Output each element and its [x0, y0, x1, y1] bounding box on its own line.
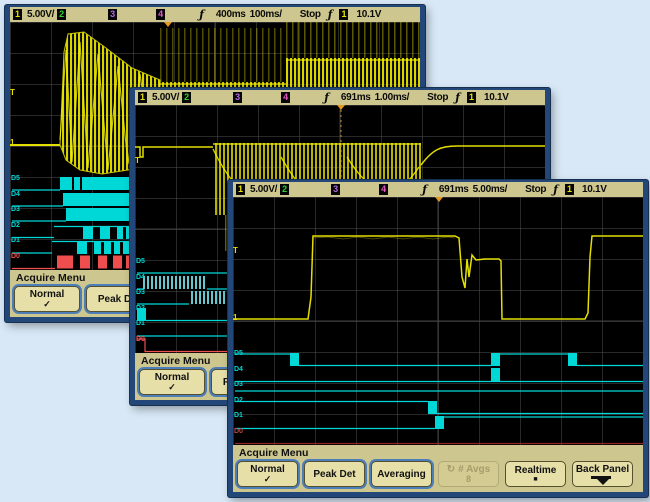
- back-panel-button[interactable]: Back Panel: [572, 461, 633, 487]
- digital-label-d2: D2: [136, 305, 145, 312]
- checkmark-icon: ✓: [43, 300, 51, 309]
- run-state: Stop: [525, 184, 546, 195]
- channel-2-badge: 2: [280, 184, 289, 195]
- timebase-readout: 5.00ms/: [473, 184, 508, 195]
- checkmark-icon: ✓: [168, 383, 176, 392]
- digital-label-d4: D4: [234, 366, 243, 373]
- channel-3-badge: 3: [331, 184, 340, 195]
- run-state: Stop: [300, 9, 321, 20]
- trigger-source-badge: 1: [565, 184, 574, 195]
- graticule-area: D5 D4 D3 D2 D1 D0 T 1: [233, 197, 643, 445]
- trigger-position-icon: ƒ: [324, 91, 329, 104]
- channel-1-badge: 1: [13, 9, 22, 20]
- trigger-level-readout: 10.1V: [484, 92, 509, 103]
- digital-label-d2: D2: [11, 222, 20, 229]
- channel-1-scale: 5.00V/: [152, 92, 179, 103]
- delay-readout: 400ms: [216, 9, 246, 20]
- channel-3-badge: 3: [233, 92, 242, 103]
- delay-readout: 691ms: [439, 184, 469, 195]
- button-label: Realtime: [515, 465, 557, 476]
- run-state: Stop: [427, 92, 448, 103]
- trigger-source-badge: 1: [339, 9, 348, 20]
- return-down-arrow-icon: [591, 476, 615, 485]
- status-bar: 1 5.00V/ 2 3 4 ƒ 691ms 5.00ms/ Stop ƒ 1 …: [233, 182, 643, 197]
- trigger-position-icon: ƒ: [199, 8, 204, 21]
- status-bar: 1 5.00V/ 2 3 4 ƒ 400ms 100ms/ Stop ƒ 1 1…: [10, 7, 420, 22]
- status-bar: 1 5.00V/ 2 3 4 ƒ 691ms 1.00ms/ Stop ƒ 1 …: [135, 90, 545, 105]
- normal-button[interactable]: Normal ✓: [139, 369, 205, 395]
- digital-label-d4: D4: [11, 191, 20, 198]
- checkmark-icon: ✓: [264, 475, 272, 484]
- digital-label-d5: D5: [234, 350, 243, 357]
- menu-title: Acquire Menu: [233, 445, 643, 461]
- timebase-readout: 1.00ms/: [375, 92, 410, 103]
- digital-label-d5: D5: [136, 258, 145, 265]
- trigger-level-marker: T: [10, 89, 15, 97]
- digital-label-d4: D4: [136, 274, 145, 281]
- channel-1-badge: 1: [236, 184, 245, 195]
- trigger-source-badge: 1: [467, 92, 476, 103]
- trigger-slope-icon: ƒ: [553, 183, 558, 196]
- trigger-slope-icon: ƒ: [455, 91, 460, 104]
- channel-1-ground-marker: 1: [10, 139, 14, 147]
- normal-button[interactable]: Normal ✓: [14, 286, 80, 312]
- trigger-position-icon: ƒ: [422, 183, 427, 196]
- softkey-menu: Acquire Menu Normal ✓ Peak Det Averaging…: [233, 445, 643, 492]
- button-label: Averaging: [377, 469, 426, 480]
- digital-label-d0: D0: [234, 428, 243, 435]
- trigger-time-marker: [337, 105, 345, 110]
- digital-label-d2: D2: [234, 397, 243, 404]
- digital-label-d0: D0: [136, 336, 145, 343]
- digital-label-d1: D1: [234, 412, 243, 419]
- avgs-count-value: 8: [466, 475, 471, 484]
- digital-label-d3: D3: [234, 381, 243, 388]
- trigger-slope-icon: ƒ: [328, 8, 333, 21]
- digital-label-d3: D3: [11, 206, 20, 213]
- digital-label-d0: D0: [11, 253, 20, 260]
- entry-knob-icon: [447, 464, 455, 475]
- peak-det-button[interactable]: Peak Det: [304, 461, 365, 487]
- channel-1-scale: 5.00V/: [250, 184, 277, 195]
- button-label: Peak Det: [313, 469, 355, 480]
- indicator-square-icon: ■: [533, 476, 537, 484]
- num-avgs-button: # Avgs 8: [438, 461, 499, 487]
- channel-3-badge: 3: [108, 9, 117, 20]
- channel-4-badge: 4: [281, 92, 290, 103]
- realtime-button[interactable]: Realtime ■: [505, 461, 566, 487]
- digital-label-d1: D1: [136, 320, 145, 327]
- trigger-level-readout: 10.1V: [582, 184, 607, 195]
- analog-and-digital-waveforms: [233, 197, 643, 445]
- digital-label-d1: D1: [11, 237, 20, 244]
- channel-1-ground-marker: 1: [233, 314, 237, 322]
- digital-label-d3: D3: [136, 289, 145, 296]
- delay-readout: 691ms: [341, 92, 371, 103]
- channel-2-badge: 2: [182, 92, 191, 103]
- button-label: Back Panel: [576, 464, 629, 475]
- channel-1-scale: 5.00V/: [27, 9, 54, 20]
- channel-2-badge: 2: [57, 9, 66, 20]
- trigger-time-marker: [435, 197, 443, 202]
- channel-1-badge: 1: [138, 92, 147, 103]
- trigger-level-marker: T: [233, 247, 238, 255]
- averaging-button[interactable]: Averaging: [371, 461, 432, 487]
- trigger-level-marker: T: [135, 157, 140, 165]
- normal-button[interactable]: Normal ✓: [237, 461, 298, 487]
- button-label: # Avgs: [458, 464, 490, 475]
- oscilloscope-screenshot-3: 1 5.00V/ 2 3 4 ƒ 691ms 5.00ms/ Stop ƒ 1 …: [228, 180, 648, 497]
- trigger-level-readout: 10.1V: [356, 9, 381, 20]
- digital-label-d5: D5: [11, 175, 20, 182]
- channel-4-badge: 4: [156, 9, 165, 20]
- trigger-time-marker: [164, 22, 172, 27]
- channel-4-badge: 4: [379, 184, 388, 195]
- desktop-background: { "background_color": "#d8e8f6", "colors…: [0, 0, 650, 502]
- timebase-readout: 100ms/: [250, 9, 282, 20]
